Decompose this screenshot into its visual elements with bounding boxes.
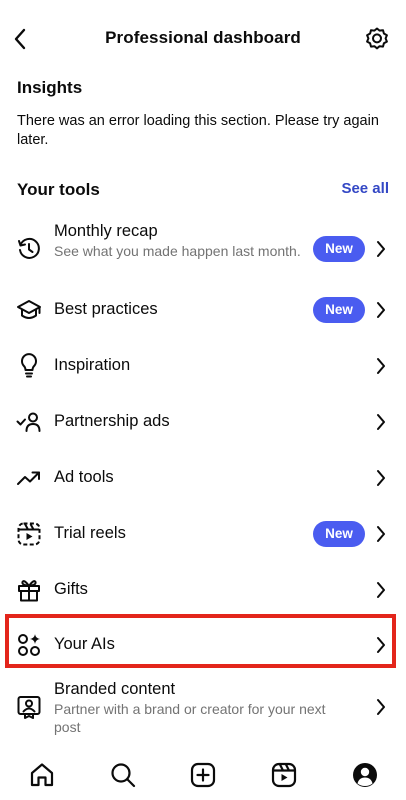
reels-icon bbox=[16, 521, 42, 547]
tool-item-your-ais[interactable]: Your AIs bbox=[0, 617, 406, 673]
gift-icon bbox=[16, 577, 42, 603]
ai-sparkle-icon bbox=[16, 632, 42, 658]
tool-item-branded-content[interactable]: Branded content Partner with a brand or … bbox=[0, 676, 406, 738]
branded-content-icon bbox=[16, 694, 42, 720]
gear-icon bbox=[366, 27, 388, 50]
chevron-right-icon bbox=[372, 355, 390, 377]
partnership-icon bbox=[16, 409, 42, 435]
header: Professional dashboard bbox=[0, 0, 406, 78]
tool-item-label: Gifts bbox=[54, 580, 88, 598]
tool-item-gifts[interactable]: Gifts bbox=[0, 562, 406, 618]
graduation-cap-icon bbox=[16, 297, 42, 323]
history-icon bbox=[16, 236, 42, 262]
tool-item-label: Partnership ads bbox=[54, 412, 170, 430]
create-icon bbox=[190, 762, 216, 788]
tool-item-description: See what you made happen last month. bbox=[54, 243, 301, 259]
new-badge: New bbox=[313, 236, 365, 262]
chevron-right-icon bbox=[372, 467, 390, 489]
nav-search[interactable] bbox=[108, 760, 138, 790]
tool-item-label: Monthly recap bbox=[54, 222, 158, 240]
chevron-right-icon bbox=[372, 696, 390, 718]
tool-item-ad-tools[interactable]: Ad tools bbox=[0, 450, 406, 506]
chevron-right-icon bbox=[372, 411, 390, 433]
new-badge: New bbox=[313, 521, 365, 547]
see-all-link[interactable]: See all bbox=[341, 180, 389, 197]
insights-error-message: There was an error loading this section.… bbox=[17, 113, 379, 148]
search-icon bbox=[111, 763, 136, 788]
nav-profile[interactable] bbox=[350, 760, 380, 790]
tool-item-label: Branded content bbox=[54, 680, 176, 698]
chevron-right-icon bbox=[372, 238, 390, 260]
tool-item-partnership-ads[interactable]: Partnership ads bbox=[0, 394, 406, 450]
tools-heading: Your tools bbox=[17, 180, 100, 199]
tool-item-label: Inspiration bbox=[54, 356, 131, 374]
tool-item-label: Ad tools bbox=[54, 468, 114, 486]
settings-button[interactable] bbox=[361, 24, 393, 54]
reels-icon bbox=[271, 762, 297, 788]
lightbulb-icon bbox=[16, 353, 42, 379]
insights-heading: Insights bbox=[17, 78, 83, 97]
chevron-right-icon bbox=[372, 299, 390, 321]
tool-item-label: Best practices bbox=[54, 300, 158, 318]
tool-item-monthly-recap[interactable]: Monthly recap See what you made happen l… bbox=[0, 218, 406, 280]
chevron-right-icon bbox=[372, 579, 390, 601]
tool-item-description: Partner with a brand or creator for your… bbox=[54, 701, 326, 735]
tool-item-inspiration[interactable]: Inspiration bbox=[0, 338, 406, 394]
tool-item-label: Your AIs bbox=[54, 635, 115, 653]
nav-reels[interactable] bbox=[269, 760, 299, 790]
tool-item-best-practices[interactable]: Best practices New bbox=[0, 282, 406, 338]
nav-create[interactable] bbox=[188, 760, 218, 790]
trend-up-icon bbox=[16, 465, 42, 491]
page-title: Professional dashboard bbox=[105, 28, 301, 47]
home-icon bbox=[30, 763, 54, 787]
bottom-nav bbox=[0, 748, 406, 800]
chevron-right-icon bbox=[372, 523, 390, 545]
nav-home[interactable] bbox=[27, 760, 57, 790]
chevron-right-icon bbox=[372, 634, 390, 656]
tool-item-label: Trial reels bbox=[54, 524, 126, 542]
tool-item-trial-reels[interactable]: Trial reels New bbox=[0, 506, 406, 562]
new-badge: New bbox=[313, 297, 365, 323]
profile-icon bbox=[353, 763, 377, 787]
